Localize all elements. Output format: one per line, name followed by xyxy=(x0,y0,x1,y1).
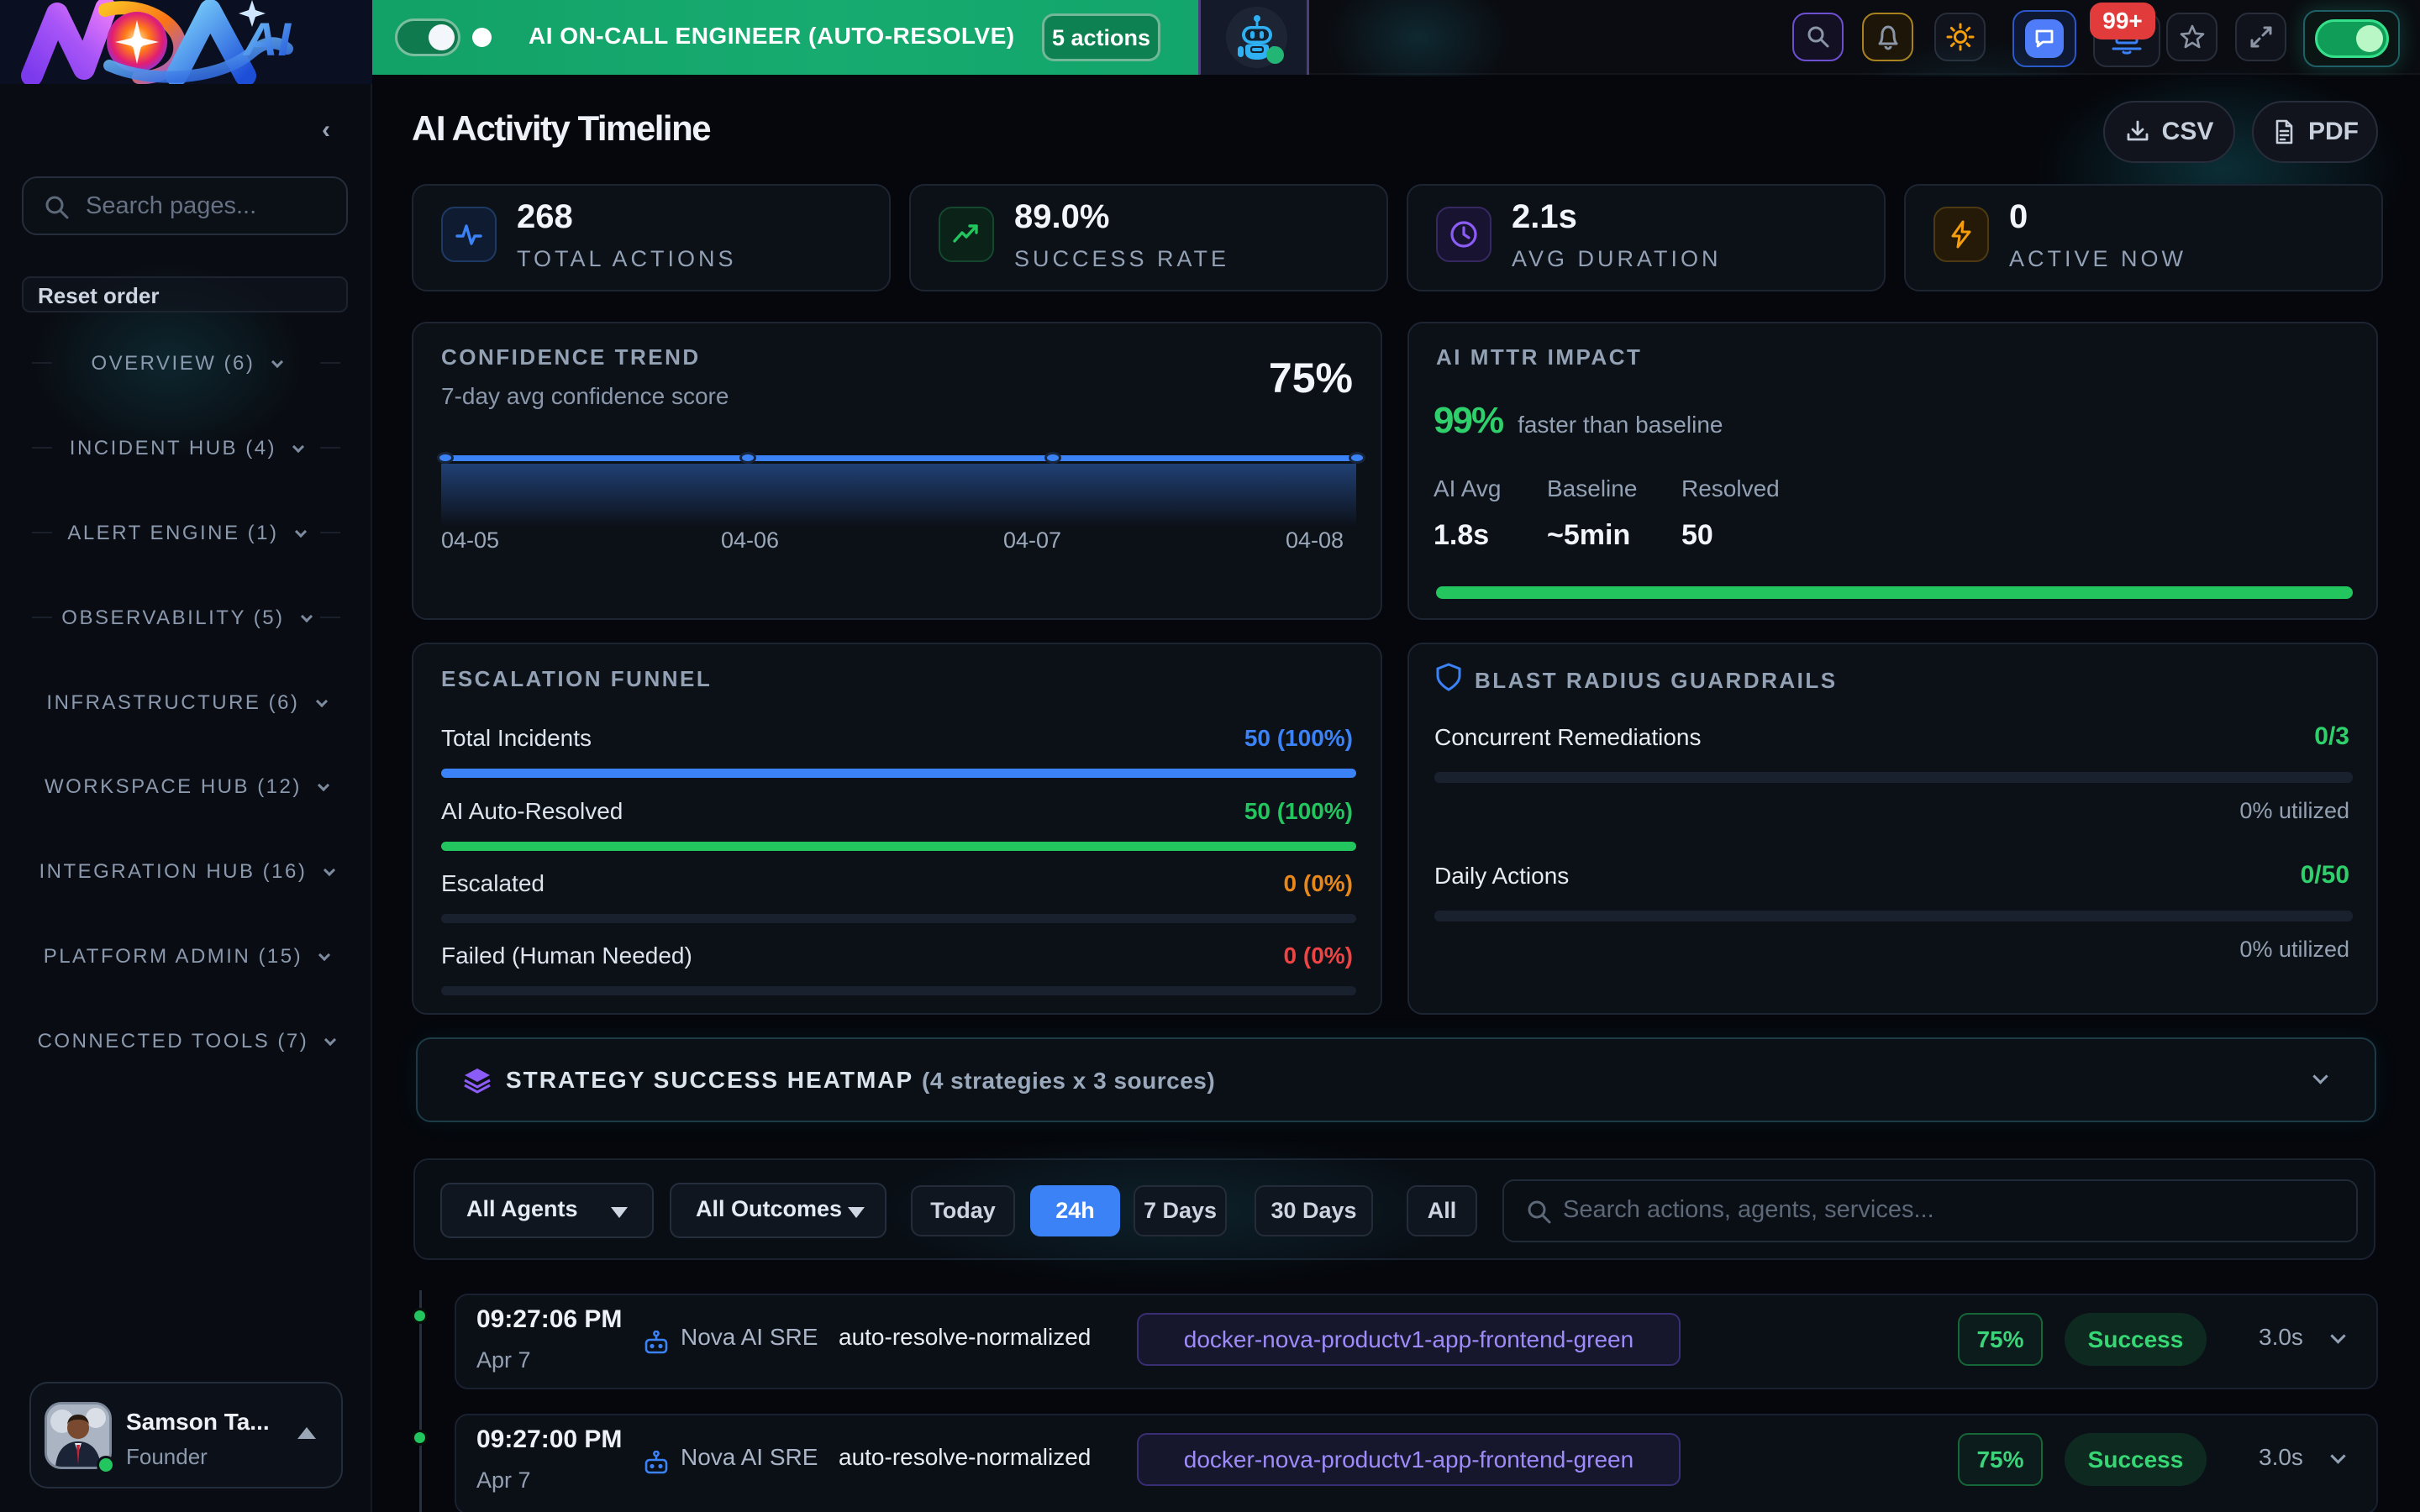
svg-text:AI: AI xyxy=(242,13,292,66)
